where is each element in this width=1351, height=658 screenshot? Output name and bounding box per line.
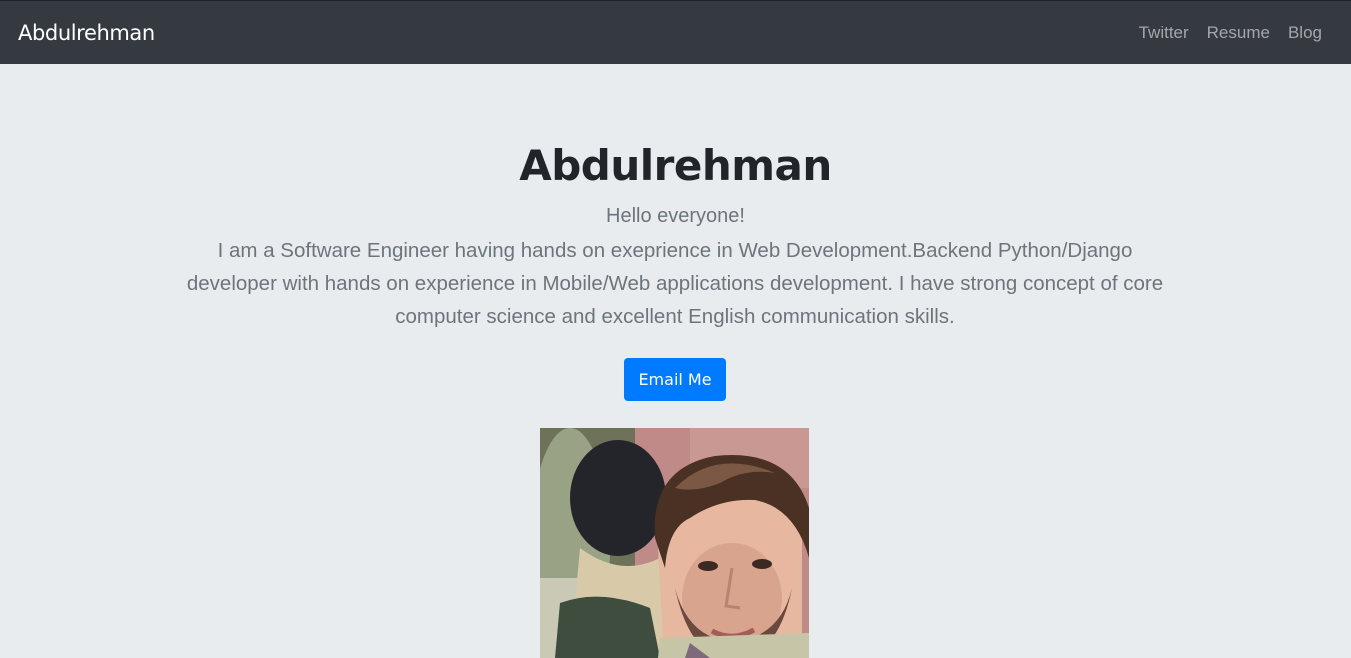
nav-links: Twitter Resume Blog [1139, 22, 1322, 44]
nav-link-blog[interactable]: Blog [1288, 22, 1322, 44]
navbar: Abdulrehman Twitter Resume Blog [0, 0, 1351, 64]
profile-photo-illustration [540, 428, 809, 658]
hero-description: I am a Software Engineer having hands on… [186, 239, 1164, 328]
nav-link-twitter[interactable]: Twitter [1139, 22, 1189, 44]
profile-photo [540, 428, 809, 658]
navbar-brand[interactable]: Abdulrehman [18, 20, 155, 46]
nav-link-resume[interactable]: Resume [1207, 22, 1270, 44]
hero-title: Abdulrehman [519, 141, 832, 190]
email-me-button[interactable]: Email Me [624, 358, 726, 401]
hero-jumbotron: Abdulrehman Hello everyone! I am a Softw… [0, 64, 1351, 658]
hero-greeting: Hello everyone! [606, 205, 745, 227]
